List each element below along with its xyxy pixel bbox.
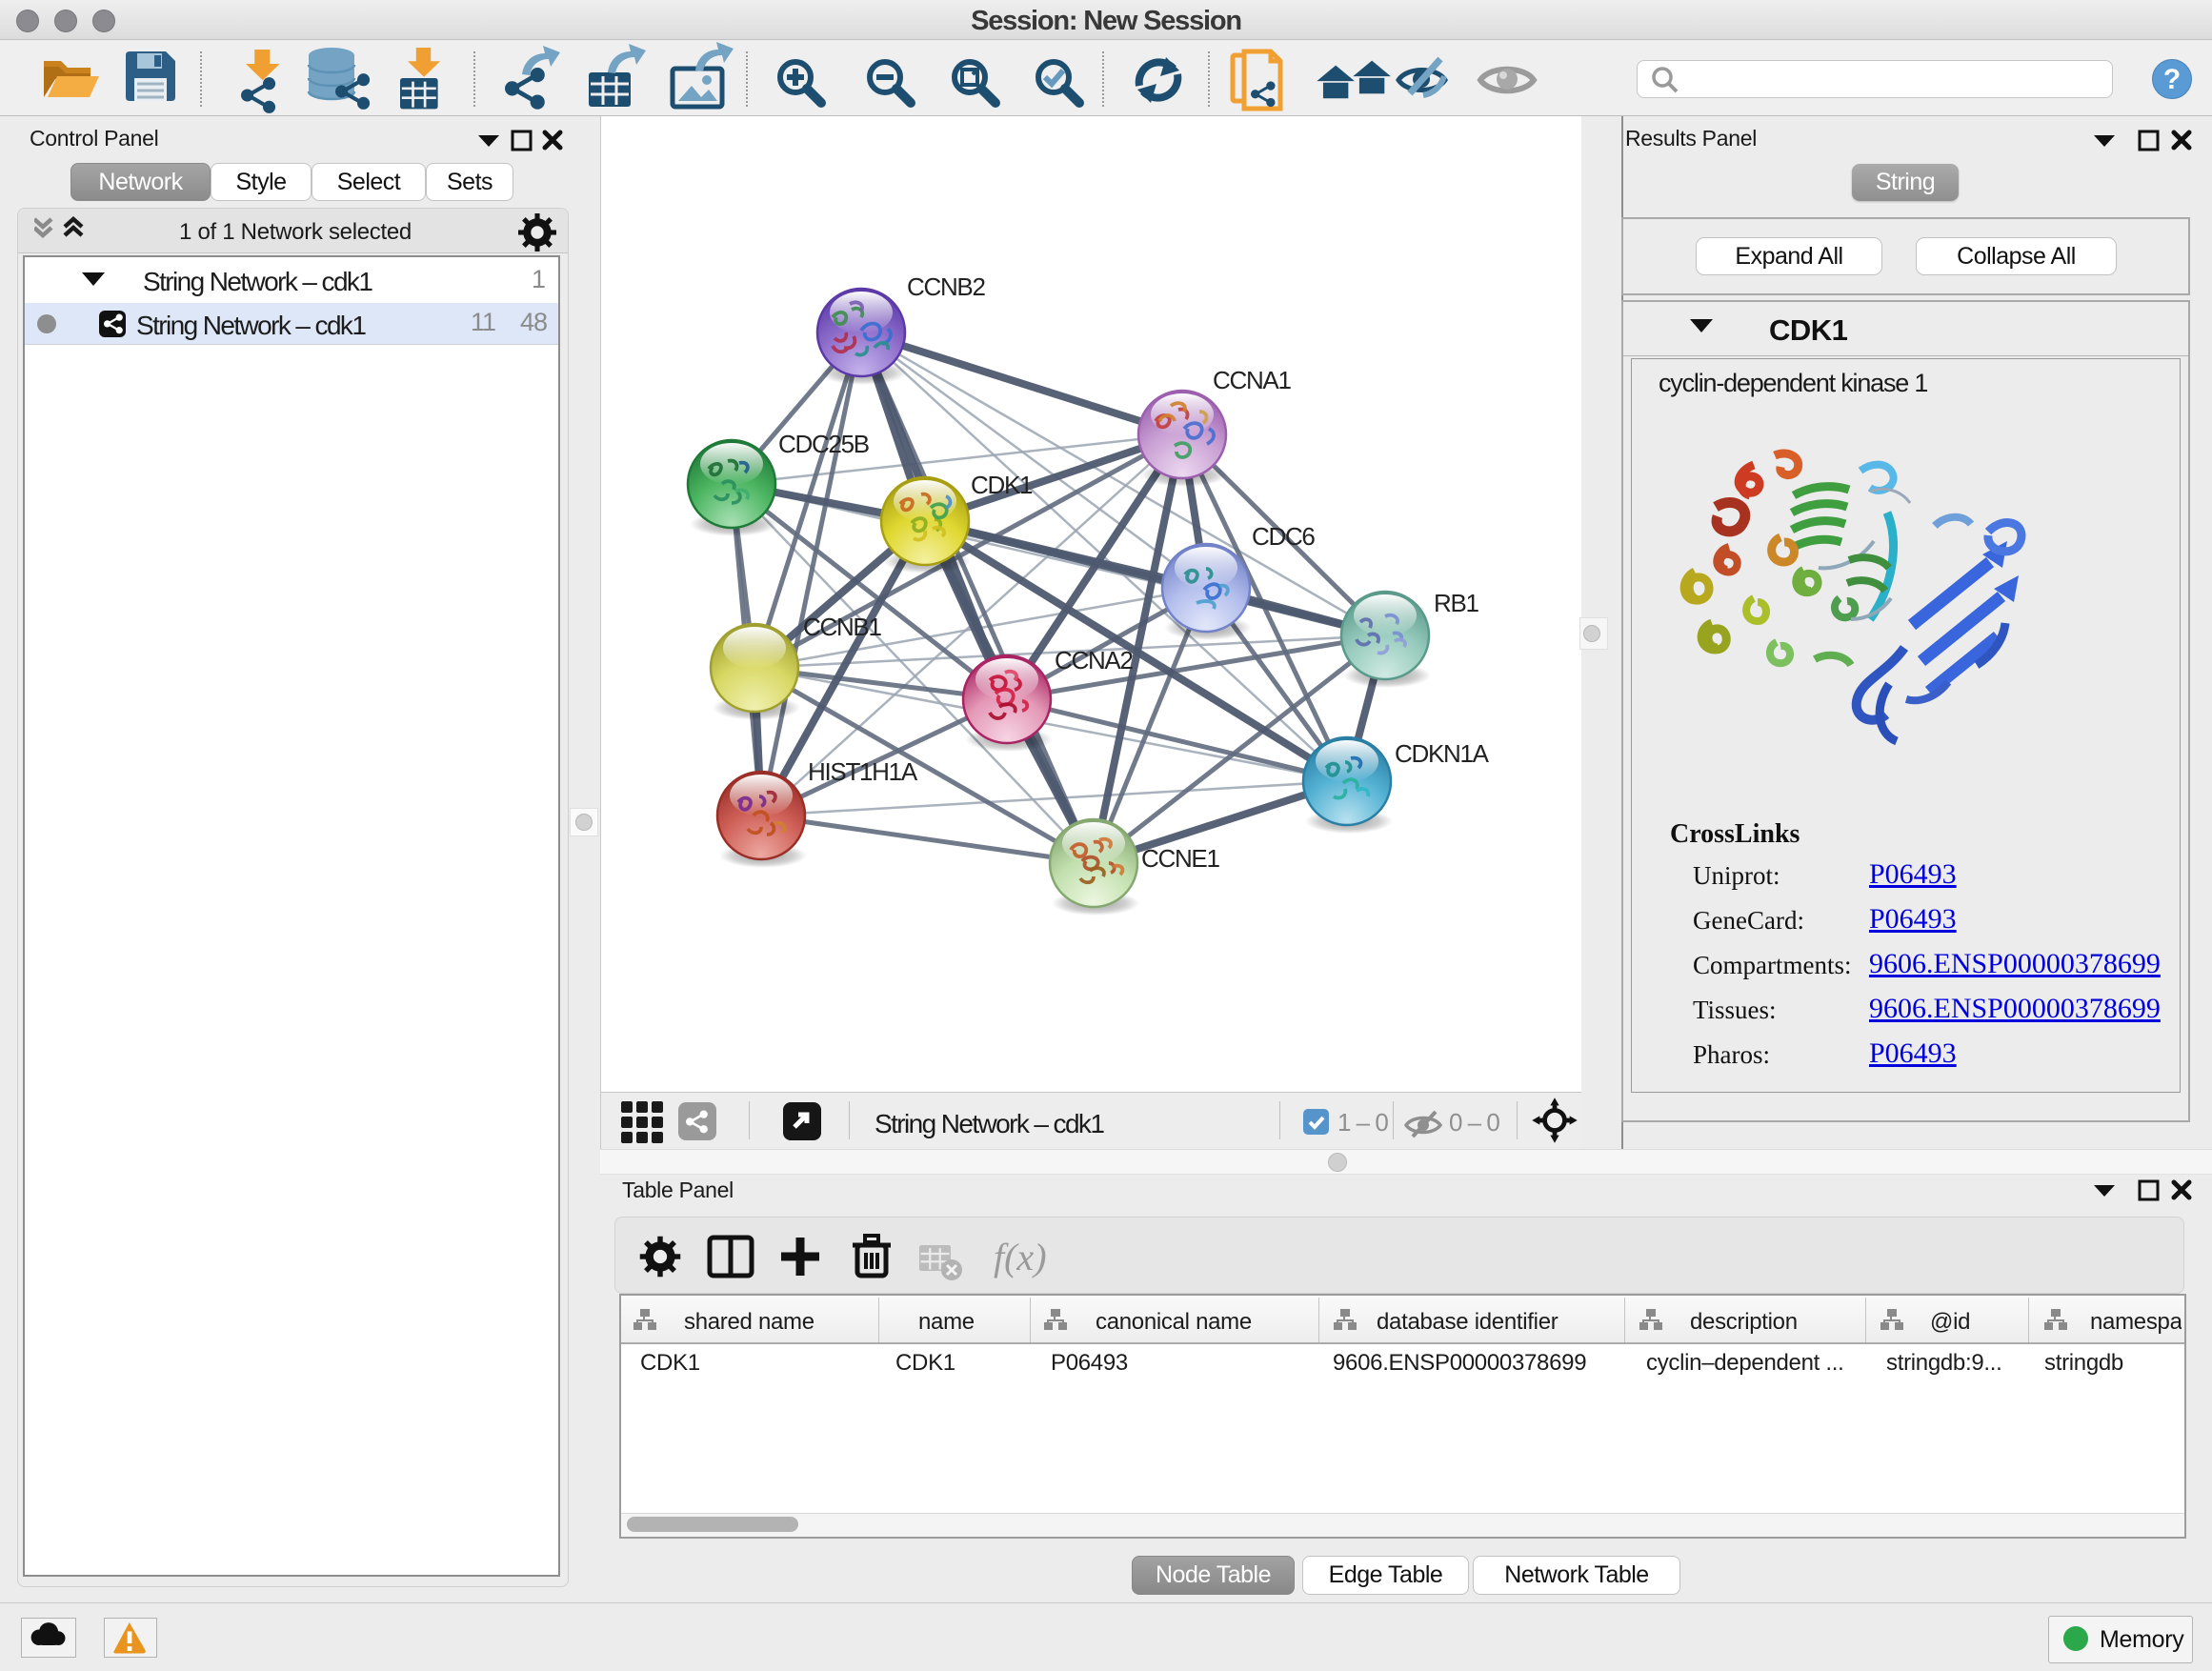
svg-text:HIST1H1A: HIST1H1A: [808, 757, 918, 786]
svg-text:CCNB1: CCNB1: [803, 613, 881, 641]
svg-text:CCNE1: CCNE1: [1141, 844, 1219, 873]
svg-text:CDKN1A: CDKN1A: [1395, 739, 1490, 768]
svg-text:CCNA2: CCNA2: [1055, 646, 1133, 674]
svg-text:CCNA1: CCNA1: [1213, 366, 1291, 394]
svg-text:RB1: RB1: [1434, 589, 1479, 617]
svg-text:f(x): f(x): [994, 1236, 1047, 1278]
svg-text:CDK1: CDK1: [971, 471, 1033, 499]
svg-text:CCNB2: CCNB2: [907, 272, 985, 301]
svg-text:CDC6: CDC6: [1252, 522, 1315, 551]
svg-text:CDC25B: CDC25B: [778, 430, 869, 458]
